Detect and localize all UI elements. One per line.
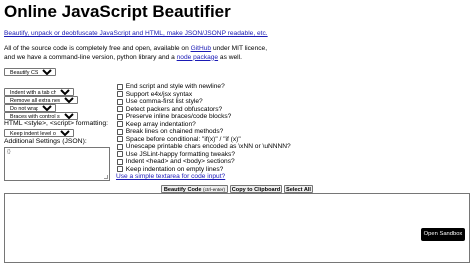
option-label: Keep indentation on empty lines?	[125, 165, 224, 173]
option-label: Indent <head> and <body> sections?	[125, 158, 235, 165]
wrap-select[interactable]: Do not wrap lines	[4, 104, 56, 112]
copy-clipboard-button[interactable]: Copy to Clipboard	[230, 185, 282, 193]
resize-grip-icon[interactable]	[104, 175, 108, 179]
option-item[interactable]: Preserve inline braces/code blocks?	[116, 113, 291, 121]
option-label: Unescape printable chars encoded as \xNN…	[125, 143, 291, 150]
newlines-select[interactable]: Remove all extra newlines	[4, 96, 78, 104]
intro-part3: and we have a command-line version, pyth…	[4, 53, 177, 61]
option-item[interactable]: Use comma-first list style?	[116, 98, 291, 106]
option-item[interactable]: Space before conditional: "if(x)" / "if …	[116, 136, 291, 144]
simple-textarea-link[interactable]: Use a simple textarea for code input?	[116, 173, 225, 181]
code-editor[interactable]	[4, 193, 470, 263]
checkbox[interactable]	[117, 166, 124, 173]
intro-text: All of the source code is completely fre…	[4, 45, 304, 62]
option-item[interactable]: Indent <head> and <body> sections?	[116, 158, 291, 166]
checkbox[interactable]	[117, 121, 124, 128]
language-select[interactable]: Beautify CSS	[4, 68, 56, 76]
additional-settings-placeholder: {}	[7, 149, 11, 155]
intro-part1: All of the source code is completely fre…	[4, 45, 191, 52]
page-title: Online JavaScript Beautifier	[4, 2, 231, 21]
checkbox[interactable]	[117, 143, 124, 150]
option-item[interactable]: Use JSLint-happy formatting tweaks?	[116, 151, 291, 159]
option-item[interactable]: Break lines on chained methods?	[116, 128, 291, 136]
additional-settings-label: Additional Settings (JSON):	[4, 138, 87, 145]
intro-part4: as well.	[218, 53, 242, 61]
option-item[interactable]: Support e4x/jsx syntax	[116, 91, 291, 99]
tagline-link[interactable]: Beautify, unpack or deobfuscate JavaScri…	[4, 30, 268, 37]
textarea-link-row: Use a simple textarea for code input?	[116, 173, 291, 181]
checkbox[interactable]	[117, 136, 124, 143]
intro-part2: under MIT licence,	[211, 45, 268, 52]
option-label: Space before conditional: "if(x)" / "if …	[125, 135, 241, 143]
checkbox[interactable]	[117, 151, 124, 158]
additional-settings-input[interactable]: {}	[4, 147, 110, 181]
option-item[interactable]: Detect packers and obfuscators?	[116, 106, 291, 114]
checkbox[interactable]	[117, 83, 124, 90]
html-formatting-label: HTML <style>, <script> formatting:	[4, 120, 109, 127]
beautify-button[interactable]: Beautify Code (ctrl-enter)	[161, 185, 228, 193]
checkbox[interactable]	[117, 113, 124, 120]
option-label: Use comma-first list style?	[125, 98, 203, 105]
checkbox[interactable]	[117, 98, 124, 105]
option-item[interactable]: Unescape printable chars encoded as \xNN…	[116, 143, 291, 151]
option-label: Preserve inline braces/code blocks?	[125, 113, 232, 120]
open-sandbox-button[interactable]: Open Sandbox	[421, 228, 465, 241]
checkbox[interactable]	[117, 158, 124, 165]
option-item[interactable]: Keep indentation on empty lines?	[116, 166, 291, 174]
checkbox[interactable]	[117, 106, 124, 113]
option-label: Detect packers and obfuscators?	[125, 105, 223, 113]
github-link[interactable]: GitHub	[191, 45, 212, 52]
option-label: Keep array indentation?	[125, 120, 196, 128]
indent-select[interactable]: Indent with a tab character	[4, 88, 74, 96]
node-package-link[interactable]: node package	[177, 54, 218, 61]
option-item[interactable]: Keep array indentation?	[116, 121, 291, 129]
checkbox[interactable]	[117, 128, 124, 135]
options-list: End script and style with newline? Suppo…	[116, 83, 291, 181]
indent-level-select[interactable]: Keep indent level of the tag	[4, 129, 74, 137]
option-item[interactable]: End script and style with newline?	[116, 83, 291, 91]
braces-select[interactable]: Braces with control statement	[4, 112, 78, 120]
select-all-button[interactable]: Select All	[284, 185, 313, 193]
option-label: End script and style with newline?	[125, 83, 225, 90]
option-label: Support e4x/jsx syntax	[125, 90, 193, 98]
checkbox[interactable]	[117, 91, 124, 98]
option-label: Use JSLint-happy formatting tweaks?	[125, 150, 235, 158]
option-label: Break lines on chained methods?	[125, 128, 224, 135]
